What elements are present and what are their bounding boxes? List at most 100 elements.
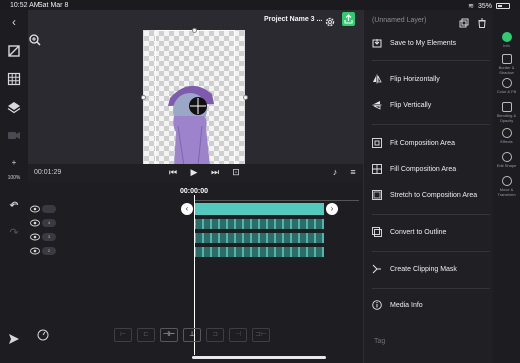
battery-icon (496, 3, 510, 9)
menu-label: Fit Composition Area (390, 140, 455, 147)
play-preview-icon[interactable] (6, 332, 22, 348)
back-chevron-icon[interactable]: ‹ (6, 14, 22, 30)
divider (372, 214, 490, 215)
menu-flip-vertically[interactable]: Flip Vertically (372, 99, 492, 113)
stretch-area-icon (372, 190, 382, 200)
layer-label: 3 (42, 233, 56, 241)
export-button[interactable] (342, 12, 355, 26)
fill-area-icon (372, 164, 382, 174)
align-right-icon[interactable]: ⊣ (229, 328, 247, 342)
undo-icon[interactable]: ↶ (6, 198, 22, 214)
crop-icon[interactable] (6, 44, 22, 60)
sidebar-item-label: Effects (500, 139, 513, 144)
timeline-ruler[interactable] (194, 197, 359, 201)
left-toolbar: ‹ + 100% − ↶ ↷ (0, 10, 28, 363)
bookmark-icon[interactable]: ⊡ (231, 167, 241, 177)
layers-icon[interactable] (6, 100, 22, 116)
info-icon (372, 300, 382, 310)
align-left-edge-icon[interactable]: ⊏ (137, 328, 155, 342)
align-toolbar: ⊢ ⊏ ⊣⊢ ⊥ ⊐ ⊣ ⊐⊢ (114, 328, 274, 344)
clipping-mask-icon (372, 264, 381, 274)
status-date: Sat Mar 8 (38, 2, 69, 9)
selection-box[interactable] (155, 30, 235, 166)
clip-track[interactable] (194, 247, 324, 257)
menu-flip-horizontally[interactable]: Flip Horizontally (372, 73, 492, 87)
clip-track[interactable] (194, 219, 324, 229)
divider (372, 60, 490, 61)
menu-label: Media Info (390, 302, 423, 309)
outline-icon (372, 227, 382, 237)
align-right-edge-icon[interactable]: ⊐ (206, 328, 224, 342)
align-left-icon[interactable]: ⊢ (114, 328, 132, 342)
status-indicators: ≋ 35% (468, 2, 510, 10)
timeline-settings-icon[interactable]: ≡ (348, 167, 358, 177)
skip-to-start-icon[interactable]: ⏮ (168, 167, 178, 177)
resize-handle-right[interactable] (243, 95, 248, 100)
eye-icon[interactable] (30, 233, 40, 241)
duplicate-icon[interactable] (459, 15, 469, 28)
skip-to-end-icon[interactable]: ⏭ (210, 167, 220, 177)
info-dot-icon (501, 32, 512, 42)
sidebar-item-info[interactable]: Info (494, 32, 519, 48)
menu-fit-composition-area[interactable]: Fit Composition Area (372, 137, 492, 151)
clip-trim-right-handle[interactable]: › (326, 203, 338, 215)
color-fill-icon (501, 78, 512, 88)
menu-media-info[interactable]: Media Info (372, 299, 492, 313)
eye-icon[interactable] (30, 247, 40, 255)
menu-label: Flip Vertically (390, 102, 432, 109)
share-icon (344, 14, 353, 24)
layer-name: (Unnamed Layer) (372, 17, 427, 24)
sidebar-item-border-shadow[interactable]: Border & Shadow (494, 54, 519, 75)
resize-handle-left[interactable] (141, 95, 146, 100)
menu-fill-composition-area[interactable]: Fill Composition Area (372, 163, 492, 177)
menu-label: Convert to Outline (390, 229, 447, 236)
home-indicator (192, 356, 326, 359)
layer-label: 4 (42, 219, 56, 227)
menu-convert-to-outline[interactable]: Convert to Outline (372, 226, 492, 240)
selected-clip[interactable] (194, 203, 324, 215)
auto-adjust-icon[interactable] (29, 33, 41, 46)
align-center-icon[interactable]: ⊣⊢ (160, 328, 178, 342)
border-shadow-icon (501, 54, 512, 64)
project-title[interactable]: Project Name 3 ... (264, 16, 322, 23)
extend-icon[interactable]: ⊐⊢ (252, 328, 270, 342)
sidebar-item-edit-shape[interactable]: Edit Shape (494, 152, 519, 168)
eye-icon[interactable] (30, 205, 40, 213)
sidebar-item-blending-opacity[interactable]: Blending & Opacity (494, 102, 519, 123)
blending-icon (501, 102, 512, 112)
clip-trim-left-handle[interactable]: ‹ (181, 203, 193, 215)
zoom-in-icon[interactable]: + (6, 155, 22, 171)
camera-icon[interactable] (6, 128, 22, 144)
grid-icon[interactable] (6, 72, 22, 88)
divider (372, 288, 490, 289)
sidebar-item-label: Border & Shadow (498, 65, 515, 75)
menu-label: Flip Horizontally (390, 76, 440, 83)
menu-stretch-to-composition-area[interactable]: Stretch to Composition Area (372, 189, 492, 203)
sidebar-item-label: Info (503, 43, 510, 48)
sidebar-item-effects[interactable]: Effects (494, 128, 519, 144)
trash-icon[interactable] (477, 15, 487, 28)
sidebar-item-color-fill[interactable]: Color & Fill (494, 78, 519, 94)
timeline-timecode: 00:00:00 (180, 188, 209, 195)
layer-context-panel: (Unnamed Layer) Save to My Elements Flip… (363, 10, 493, 363)
playback-bar: 00:01:29 ⏮ ▶ ⏭ ⊡ ♪ ≡ (28, 164, 363, 182)
clip-track[interactable] (194, 233, 324, 243)
tag-field[interactable]: Tag (374, 338, 385, 345)
split-icon[interactable]: ⊥ (183, 328, 201, 342)
sidebar-item-move-transform[interactable]: Move & Transform (494, 176, 519, 197)
play-icon[interactable]: ▶ (189, 167, 199, 177)
menu-create-clipping-mask[interactable]: Create Clipping Mask (372, 263, 492, 277)
menu-save-to-my-elements[interactable]: Save to My Elements (372, 37, 492, 51)
eye-icon[interactable] (30, 219, 40, 227)
layer-label: 2 (42, 247, 56, 255)
divider (372, 124, 490, 125)
redo-icon[interactable]: ↷ (6, 225, 22, 241)
resize-handle-top[interactable] (192, 28, 197, 33)
sidebar-item-label: Edit Shape (496, 163, 517, 168)
fit-area-icon (372, 138, 382, 148)
flip-horizontal-icon (373, 74, 382, 84)
speed-gauge-icon[interactable] (37, 329, 49, 341)
music-note-icon[interactable]: ♪ (330, 167, 340, 177)
gear-icon[interactable] (325, 14, 335, 27)
panel-header-actions (459, 15, 487, 28)
